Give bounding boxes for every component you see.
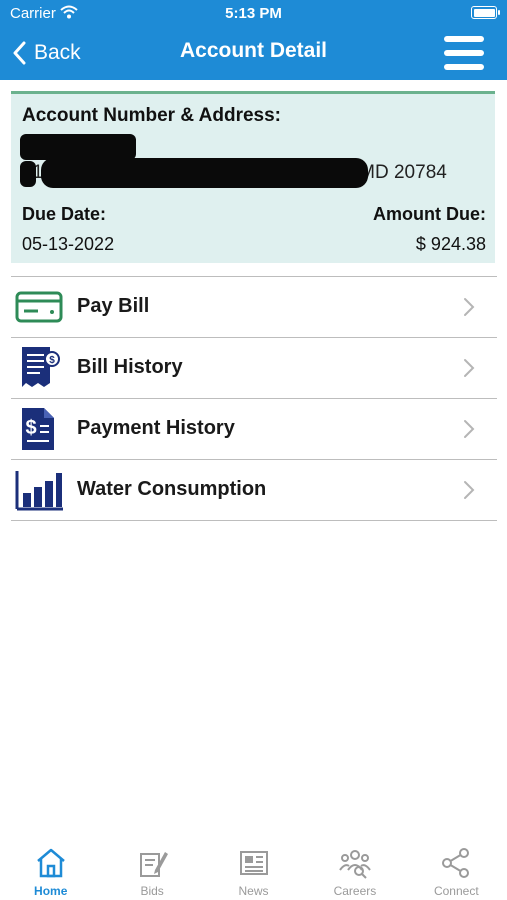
credit-card-icon — [15, 291, 63, 323]
chevron-right-icon — [464, 481, 475, 499]
status-bar: Carrier 5:13 PM — [0, 0, 507, 28]
hamburger-menu-button[interactable] — [444, 34, 484, 72]
redaction-mark — [20, 134, 136, 160]
menu-item-label: Water Consumption — [77, 478, 267, 500]
redaction-mark — [20, 161, 36, 187]
menu-item-label: Bill History — [77, 356, 183, 378]
due-date-label: Due Date: — [22, 204, 107, 224]
tab-bids[interactable]: Bids — [101, 840, 202, 900]
menu-item-pay-bill[interactable]: Pay Bill — [11, 277, 497, 338]
tab-news[interactable]: News — [203, 840, 304, 900]
amount-due-label: Amount Due: — [373, 204, 486, 224]
menu-item-water-consumption[interactable]: Water Consumption — [11, 460, 497, 521]
dollar-document-icon: $ — [22, 408, 54, 450]
bids-icon — [140, 852, 169, 877]
due-date-value: 05-13-2022 — [22, 234, 115, 254]
menu-item-label: Pay Bill — [77, 295, 150, 317]
amount-due-value: $ 924.38 — [415, 234, 486, 254]
tab-careers[interactable]: Careers — [304, 840, 405, 900]
tab-home[interactable]: Home — [0, 840, 101, 900]
bar-chart-icon — [15, 471, 63, 511]
account-summary-card: Account Number & Address: 0039930000 812… — [11, 91, 495, 263]
svg-text:$: $ — [49, 355, 55, 366]
menu-item-bill-history[interactable]: $ Bill History — [11, 338, 497, 399]
tab-label: Home — [34, 884, 68, 898]
account-number-address-label: Account Number & Address: — [22, 105, 281, 126]
tab-connect[interactable]: Connect — [406, 840, 507, 900]
redaction-mark — [41, 158, 368, 188]
chevron-right-icon — [464, 359, 475, 377]
clock: 5:13 PM — [225, 5, 282, 22]
nav-bar: Back Account Detail — [0, 28, 507, 80]
tab-label: Connect — [433, 884, 479, 898]
tab-label: News — [238, 884, 269, 898]
page-title: Account Detail — [179, 39, 328, 62]
menu-line — [444, 64, 484, 70]
tab-bar: Home Bids News Careers Connect — [0, 840, 507, 900]
menu-line — [444, 36, 484, 42]
menu-item-label: Payment History — [77, 417, 235, 439]
home-icon — [36, 848, 65, 878]
battery-icon — [471, 6, 500, 19]
tab-label: Careers — [333, 884, 377, 898]
account-actions-list: Pay Bill $ Bill History $ Payment Histor… — [11, 276, 497, 521]
chevron-right-icon — [464, 420, 475, 438]
newspaper-icon — [239, 851, 268, 875]
tab-label: Bids — [140, 884, 164, 898]
header: Carrier 5:13 PM Back Account Detail — [0, 0, 507, 80]
share-icon — [442, 848, 470, 878]
menu-line — [444, 50, 484, 56]
svg-text:$: $ — [25, 417, 36, 439]
careers-icon — [339, 850, 371, 879]
menu-item-payment-history[interactable]: $ Payment History — [11, 399, 497, 460]
chevron-right-icon — [464, 298, 475, 316]
bill-receipt-icon: $ — [22, 347, 60, 387]
